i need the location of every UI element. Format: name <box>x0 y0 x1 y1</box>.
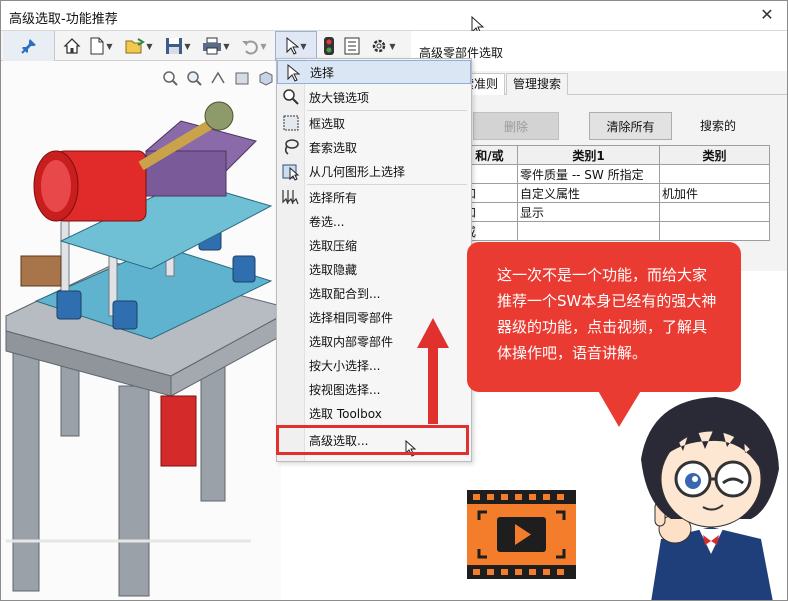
menu-item-label: 选取 Toolbox <box>309 406 382 421</box>
menu-item-label: 选择相同零部件 <box>309 310 394 325</box>
print-icon[interactable]: ▼ <box>199 35 233 57</box>
previous-view-icon[interactable] <box>209 69 227 87</box>
menu-item-select-hidden[interactable]: 选取隐藏 <box>277 257 471 281</box>
menu-item-label: 框选取 <box>309 116 346 131</box>
file-properties-icon[interactable] <box>341 35 363 57</box>
menu-item-select[interactable]: 选择 <box>277 60 471 84</box>
title-bar: 高级选取-功能推荐 ✕ <box>1 1 787 36</box>
geometry-select-icon <box>282 164 300 181</box>
menu-item-select-suppressed[interactable]: 选取压缩 <box>277 233 471 257</box>
pin-icon[interactable] <box>3 31 55 61</box>
lasso-icon <box>284 139 299 155</box>
save-icon[interactable]: ▼ <box>161 35 195 57</box>
select-all-icon <box>282 190 299 205</box>
machine-model <box>5 101 281 597</box>
view-toolbar <box>161 69 275 87</box>
up-arrow-icon <box>417 318 449 424</box>
speech-callout: 这一次不是一个功能，而给大家推荐一个SW本身已经有的强大神器级的功能，点击视频，… <box>467 242 741 392</box>
callout-text: 这一次不是一个功能，而给大家推荐一个SW本身已经有的强大神器级的功能，点击视频，… <box>497 266 717 362</box>
cartoon-character-illustration <box>641 397 779 600</box>
close-icon[interactable]: ✕ <box>755 3 779 27</box>
menu-item-label: 选取压缩 <box>309 238 358 253</box>
menu-item-label: 放大镜选项 <box>309 90 370 105</box>
menu-item-label: 卷选... <box>309 214 345 229</box>
menu-item-label: 按视图选择... <box>309 382 381 397</box>
magnifier-icon <box>283 89 299 105</box>
traffic-light-icon[interactable] <box>319 35 339 57</box>
menu-item-box-select[interactable]: 框选取 <box>277 111 471 135</box>
toolbar: ▼ ▼ ▼ ▼ ▼ ▼ ▼ <box>1 31 411 61</box>
gear-icon[interactable]: ▼ <box>365 35 401 57</box>
menu-item-select-mated-to[interactable]: 选取配合到... <box>277 281 471 305</box>
menu-item-lasso[interactable]: 套索选取 <box>277 135 471 159</box>
clear-all-button[interactable]: 清除所有 <box>589 112 672 140</box>
table-header-row: 和/或 类别1 类别 <box>433 145 770 165</box>
delete-button[interactable]: 删除 <box>473 112 559 140</box>
zoom-to-fit-icon[interactable] <box>161 69 179 87</box>
video-play-icon[interactable] <box>467 490 576 579</box>
new-document-icon[interactable]: ▼ <box>85 35 117 57</box>
column-header: 类别 <box>659 145 770 165</box>
search-label: 搜索的 <box>700 119 737 133</box>
table-row[interactable]: 3 和 显示 <box>433 202 770 222</box>
app-window: 高级选取-功能推荐 ✕ ▼ ▼ ▼ ▼ ▼ ▼ ▼ 高级零部件选取 管理搜索 删… <box>0 0 788 601</box>
select-arrow-icon[interactable]: ▼ <box>275 31 317 61</box>
table-row[interactable]: 1 零件质量 -- SW 所指定 <box>433 164 770 184</box>
menu-item-label: 选择所有 <box>309 190 358 205</box>
menu-item-geometry-select[interactable]: 从几何图形上选择 <box>277 159 471 183</box>
home-icon[interactable] <box>61 35 83 57</box>
cell-category2[interactable] <box>659 221 770 241</box>
view-orientation-icon[interactable] <box>257 69 275 87</box>
model-viewport[interactable] <box>1 61 281 600</box>
column-header: 类别1 <box>517 145 660 165</box>
table-row[interactable]: 2 和 自定义属性 机加件 <box>433 183 770 203</box>
cell-category1[interactable]: 零件质量 -- SW 所指定 <box>517 164 660 184</box>
menu-item-label: 从几何图形上选择 <box>309 164 406 179</box>
menu-item-label: 选取配合到... <box>309 286 381 301</box>
menu-item-label: 按大小选择... <box>309 358 381 373</box>
menu-item-label: 选取内部零部件 <box>309 334 394 349</box>
undo-icon[interactable]: ▼ <box>237 35 271 57</box>
cell-category2[interactable] <box>659 164 770 184</box>
section-view-icon[interactable] <box>233 69 251 87</box>
open-folder-icon[interactable]: ▼ <box>121 35 157 57</box>
table-row[interactable]: 4 或 <box>433 221 770 241</box>
menu-item-volume-select[interactable]: 卷选... <box>277 209 471 233</box>
menu-item-label: 套索选取 <box>309 140 358 155</box>
cell-category1[interactable] <box>517 221 660 241</box>
highlight-box <box>276 425 469 455</box>
window-title: 高级选取-功能推荐 <box>9 12 118 27</box>
menu-item-label: 选择 <box>310 65 335 80</box>
select-arrow-icon <box>287 63 301 82</box>
tab-manage-search[interactable]: 管理搜索 <box>506 73 569 95</box>
menu-item-magnifier[interactable]: 放大镜选项 <box>277 85 471 109</box>
cell-category2[interactable] <box>659 202 770 222</box>
menu-item-select-all[interactable]: 选择所有 <box>277 185 471 209</box>
cell-category1[interactable]: 显示 <box>517 202 660 222</box>
box-select-icon <box>283 115 299 131</box>
zoom-area-icon[interactable] <box>185 69 203 87</box>
cell-category2[interactable]: 机加件 <box>659 183 770 203</box>
cell-category1[interactable]: 自定义属性 <box>517 183 660 203</box>
menu-item-label: 选取隐藏 <box>309 262 358 277</box>
criteria-table: 和/或 类别1 类别 1 零件质量 -- SW 所指定 2 和 自定义属性 机加… <box>433 145 770 241</box>
